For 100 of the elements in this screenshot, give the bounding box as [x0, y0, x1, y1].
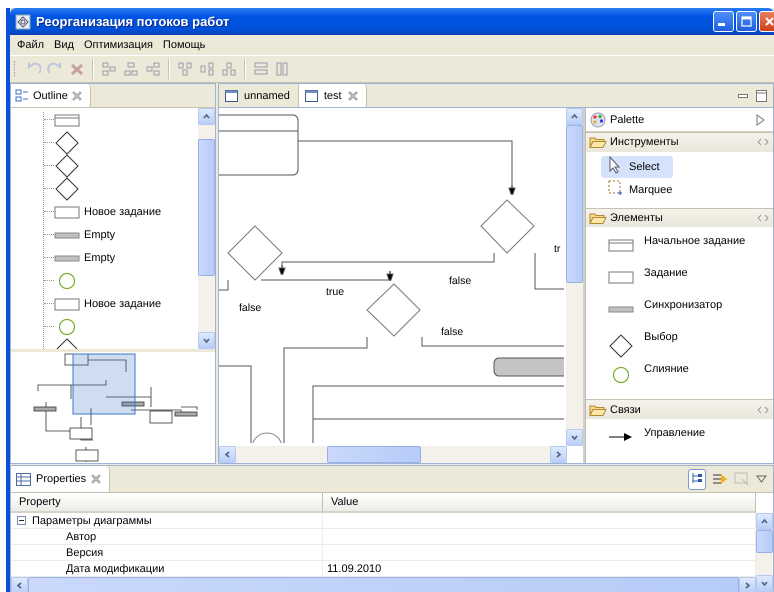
view-menu-icon[interactable] — [756, 475, 767, 483]
palette-item[interactable]: Задание — [598, 265, 759, 294]
outline-icon — [15, 88, 29, 102]
table-cell[interactable] — [323, 529, 756, 545]
pointer-icon — [607, 156, 623, 174]
condition-label: false — [449, 275, 472, 287]
palette-section-header[interactable]: Инструменты — [586, 132, 773, 153]
menu-item[interactable]: Помощь — [158, 38, 210, 51]
choice-node[interactable] — [227, 225, 283, 281]
document-icon — [225, 89, 238, 102]
column-header[interactable]: Value — [323, 493, 756, 513]
table-icon — [16, 472, 31, 486]
scrollbar-thumb[interactable] — [198, 139, 215, 276]
folder-icon — [589, 402, 607, 417]
marquee-icon — [607, 179, 623, 198]
align-middle-icon[interactable] — [199, 60, 215, 77]
show-categories-button[interactable] — [688, 468, 706, 490]
filter-icon[interactable] — [712, 471, 728, 487]
pin-icon[interactable] — [757, 138, 769, 146]
header-rectangle-icon — [608, 238, 634, 252]
chevron-down-icon — [760, 579, 769, 588]
palette-icon — [590, 112, 606, 128]
palette-item[interactable]: Начальное задание — [598, 233, 759, 262]
scrollbar-thumb[interactable] — [566, 125, 583, 284]
minimize-icon — [718, 23, 725, 26]
maximize-button[interactable] — [736, 11, 757, 32]
group-label: Параметры диаграммы — [32, 514, 152, 526]
task-node[interactable] — [312, 386, 564, 443]
palette-item[interactable]: Слияние — [598, 361, 759, 390]
match-width-icon[interactable] — [253, 60, 269, 77]
collapse-palette-icon[interactable] — [756, 114, 765, 126]
diamond-icon — [55, 176, 79, 200]
close-icon[interactable] — [72, 90, 82, 100]
circle-icon — [612, 366, 630, 384]
palette-section-header[interactable]: Связи — [586, 399, 773, 420]
palette-item[interactable]: Select — [601, 156, 673, 178]
choice-node[interactable] — [480, 199, 535, 254]
scrollbar-thumb[interactable] — [756, 530, 773, 552]
scroll-right-button[interactable] — [550, 446, 567, 463]
close-icon[interactable] — [348, 90, 358, 100]
diamond-icon — [55, 154, 79, 178]
palette-item[interactable]: Marquee — [601, 178, 673, 201]
flow-arrow — [386, 270, 394, 282]
scroll-left-button[interactable] — [11, 577, 28, 592]
align-top-icon[interactable] — [177, 60, 193, 77]
menu-item[interactable]: Оптимизация — [78, 38, 158, 51]
table-cell[interactable] — [323, 545, 756, 561]
circle-icon — [58, 318, 76, 336]
condition-label: false — [239, 302, 262, 314]
chevron-down-icon — [570, 433, 579, 442]
column-header[interactable]: Property — [11, 493, 323, 513]
sync-node[interactable] — [494, 358, 564, 376]
maximize-icon[interactable] — [756, 90, 767, 102]
editor-tab[interactable]: test — [298, 84, 367, 107]
collapse-icon[interactable] — [17, 516, 26, 525]
scroll-up-button[interactable] — [756, 513, 773, 530]
restore-default-icon[interactable] — [734, 471, 750, 487]
scroll-right-button[interactable] — [739, 577, 756, 592]
menu-item[interactable]: Файл — [12, 38, 50, 51]
pin-icon[interactable] — [757, 214, 769, 222]
palette-item[interactable]: Синхронизатор — [598, 297, 759, 326]
connector — [534, 252, 564, 290]
start-task-node[interactable] — [219, 114, 298, 176]
scroll-up-button[interactable] — [566, 108, 583, 125]
palette-item[interactable]: Выбор — [598, 329, 759, 358]
pin-icon[interactable] — [757, 406, 769, 414]
chevron-up-icon — [202, 112, 211, 121]
tree-item[interactable]: Новое задание — [11, 292, 198, 315]
tree-item[interactable]: Новое задание — [11, 200, 198, 223]
align-bottom-icon[interactable] — [221, 60, 237, 77]
condition-label: false — [441, 326, 464, 338]
close-button[interactable] — [759, 11, 774, 32]
diamond-icon — [55, 130, 79, 154]
chevron-down-icon — [202, 336, 211, 345]
folder-icon — [589, 211, 607, 226]
scroll-up-button[interactable] — [198, 108, 215, 125]
diagram-canvas[interactable]: tr false true false false — [219, 108, 564, 443]
diamond-icon — [609, 334, 633, 358]
palette-section-header[interactable]: Элементы — [586, 208, 773, 228]
outline-tab[interactable]: Outline — [11, 84, 91, 107]
align-center-icon[interactable] — [123, 60, 139, 77]
tree-item[interactable]: Empty — [11, 246, 198, 269]
scrollbar-thumb[interactable] — [326, 446, 422, 463]
chevron-up-icon — [760, 517, 769, 526]
scrollbar-thumb[interactable] — [28, 577, 739, 592]
scroll-down-button[interactable] — [566, 429, 583, 446]
minimize-button[interactable] — [713, 11, 734, 32]
scroll-left-button[interactable] — [219, 446, 236, 463]
viewport-frame[interactable] — [72, 354, 136, 414]
palette-item[interactable]: Управление — [598, 425, 759, 454]
align-left-icon[interactable] — [101, 60, 117, 77]
choice-node[interactable] — [366, 283, 421, 337]
align-right-icon[interactable] — [145, 60, 161, 77]
properties-tab[interactable]: Properties — [11, 466, 110, 492]
header-rectangle-icon — [54, 112, 80, 126]
tree-item[interactable]: Empty — [11, 223, 198, 246]
scroll-down-button[interactable] — [756, 575, 773, 592]
close-icon[interactable] — [91, 474, 102, 484]
scroll-down-button[interactable] — [198, 332, 215, 349]
menu-item[interactable]: Вид — [49, 38, 79, 51]
